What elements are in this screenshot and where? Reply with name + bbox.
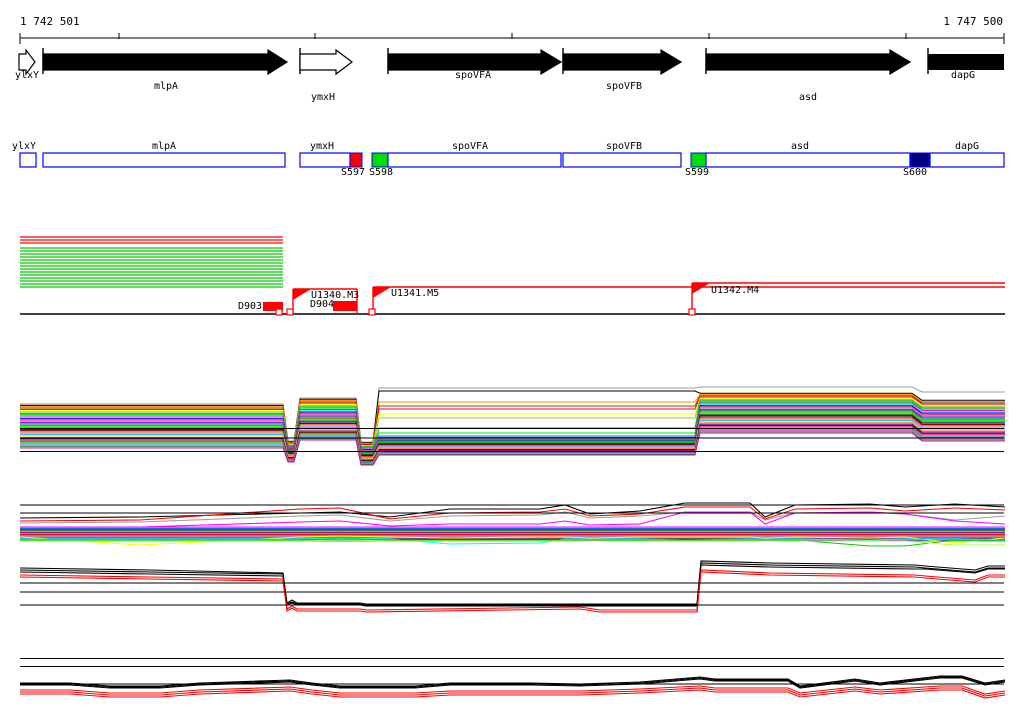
annotation-box-dapG[interactable]	[929, 152, 1005, 168]
expression-profile-line	[19, 564, 1005, 607]
gene-label-asd: asd	[798, 92, 818, 103]
annotation-label-mlpA: mlpA	[151, 141, 177, 152]
gene-label-ylxY: ylxY	[14, 70, 40, 81]
gene-label-ymxH: ymxH	[310, 92, 336, 103]
up-label-U1341.M5[interactable]: U1341.M5	[391, 289, 439, 299]
feature-box-S597[interactable]	[349, 152, 363, 168]
tu-anchor-square	[688, 308, 696, 316]
feature-label-S598: S598	[368, 167, 394, 178]
genome-browser-canvas	[18, 33, 1006, 699]
gene-arrow-asd[interactable]	[705, 48, 912, 76]
tu-anchor-square	[275, 308, 283, 316]
annotation-label-dapG: dapG	[954, 141, 980, 152]
annotation-box-ymxH[interactable]	[299, 152, 351, 168]
up-label-U1342.M4[interactable]: U1342.M4	[711, 286, 759, 296]
tu-anchor-square	[286, 308, 294, 316]
annotation-box-asd[interactable]	[705, 152, 911, 168]
annotation-box-ylxY[interactable]	[19, 152, 37, 168]
annotation-box-spoVFA[interactable]	[387, 152, 562, 168]
annotation-label-spoVFA: spoVFA	[451, 141, 489, 152]
feature-box-S599[interactable]	[690, 152, 707, 168]
feature-label-S599: S599	[684, 167, 710, 178]
feature-box-S600[interactable]	[910, 152, 930, 168]
down-feature-D904[interactable]	[333, 301, 357, 311]
ruler-end-coordinate: 1 747 500	[943, 15, 1003, 28]
tu-anchor-square	[368, 308, 376, 316]
feature-label-S600: S600	[902, 167, 928, 178]
annotation-label-asd: asd	[790, 141, 810, 152]
annotation-label-spoVFB: spoVFB	[605, 141, 643, 152]
up-feature-flag-U1340.M3[interactable]	[293, 289, 311, 300]
up-feature-flag-U1342.M4[interactable]	[692, 283, 710, 294]
gene-label-spoVFB: spoVFB	[605, 81, 643, 92]
up-feature-flag-U1341.M5[interactable]	[373, 287, 391, 298]
gene-label-mlpA: mlpA	[153, 81, 179, 92]
expression-profile-line	[20, 539, 1005, 546]
gene-label-dapG: dapG	[950, 70, 976, 81]
feature-label-S597: S597	[340, 167, 366, 178]
expression-profile-line	[19, 511, 1006, 524]
down-label-D903[interactable]: D903	[238, 302, 262, 312]
gene-label-spoVFA: spoVFA	[454, 70, 492, 81]
gene-arrow-spoVFB[interactable]	[562, 48, 683, 76]
annotation-label-ymxH: ymxH	[309, 141, 335, 152]
feature-box-S598[interactable]	[371, 152, 389, 168]
ruler-start-coordinate: 1 742 501	[20, 15, 80, 28]
gene-arrow-mlpA[interactable]	[42, 48, 289, 76]
annotation-box-mlpA[interactable]	[42, 152, 286, 168]
expression-profile-line	[20, 511, 1006, 528]
expression-profile-line	[19, 562, 1005, 606]
down-label-D904[interactable]: D904	[310, 300, 334, 310]
annotation-box-spoVFB[interactable]	[562, 152, 682, 168]
gene-arrow-ymxH[interactable]	[299, 48, 353, 76]
gene-arrow-dapG[interactable]	[928, 54, 1004, 70]
annotation-label-ylxY: ylxY	[11, 141, 37, 152]
up-label-U1340.M3[interactable]: U1340.M3	[311, 291, 359, 301]
genome-browser: 1 742 501 1 747 500 ylxY mlpA ymxH spoVFA sp…	[0, 0, 1024, 714]
